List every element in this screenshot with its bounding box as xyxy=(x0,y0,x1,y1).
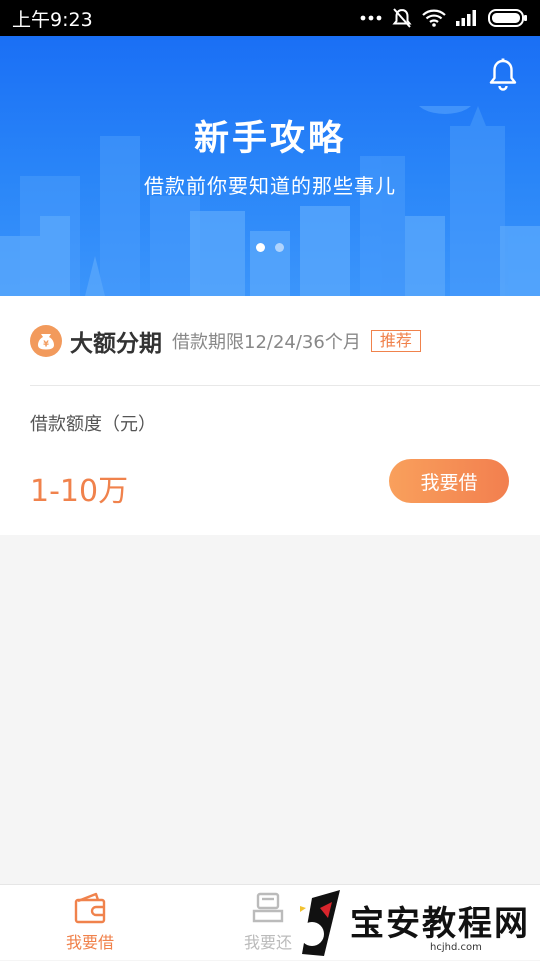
promo-banner[interactable]: 新手攻略 借款前你要知道的那些事儿 xyxy=(0,36,540,296)
banner-subtitle: 借款前你要知道的那些事儿 xyxy=(144,174,396,198)
tab-borrow[interactable]: 我要借 xyxy=(30,885,150,961)
repay-icon xyxy=(252,892,284,923)
product-card[interactable]: ¥ 大额分期 借款期限12/24/36个月 推荐 借款额度（元） 1-10万 我… xyxy=(0,296,540,535)
signal-icon xyxy=(456,10,476,26)
carousel-dot[interactable] xyxy=(275,243,284,252)
watermark-logo-icon xyxy=(300,890,340,956)
wallet-icon xyxy=(74,892,106,924)
battery-icon xyxy=(488,9,527,27)
tab-borrow-label: 我要借 xyxy=(65,933,114,952)
borrow-button[interactable]: 我要借 xyxy=(389,459,509,503)
product-name: 大额分期 xyxy=(70,331,162,357)
product-term: 借款期限12/24/36个月 xyxy=(172,332,361,353)
amount-label: 借款额度（元） xyxy=(30,414,156,435)
recommend-badge: 推荐 xyxy=(370,330,421,352)
carousel-dot-active[interactable] xyxy=(256,243,265,252)
alarm-off-icon xyxy=(392,8,412,28)
money-bag-icon: ¥ xyxy=(30,325,62,357)
divider xyxy=(30,385,540,386)
more-dots-icon xyxy=(360,15,382,21)
status-time: 上午9:23 xyxy=(12,8,93,31)
watermark-url: hcjhd.com xyxy=(430,942,482,953)
amount-value: 1-10万 xyxy=(30,474,129,509)
carousel-indicator xyxy=(0,243,540,252)
banner-title: 新手攻略 xyxy=(193,119,346,159)
bell-icon[interactable] xyxy=(488,58,518,92)
svg-text:¥: ¥ xyxy=(43,340,49,349)
status-bar: 上午9:23 xyxy=(0,0,540,36)
site-watermark: 宝安教程网 hcjhd.com xyxy=(290,888,540,960)
status-icons xyxy=(360,7,528,29)
product-header: ¥ 大额分期 借款期限12/24/36个月 推荐 xyxy=(30,324,421,358)
wifi-icon xyxy=(422,9,446,27)
watermark-text: 宝安教程网 xyxy=(350,904,530,944)
